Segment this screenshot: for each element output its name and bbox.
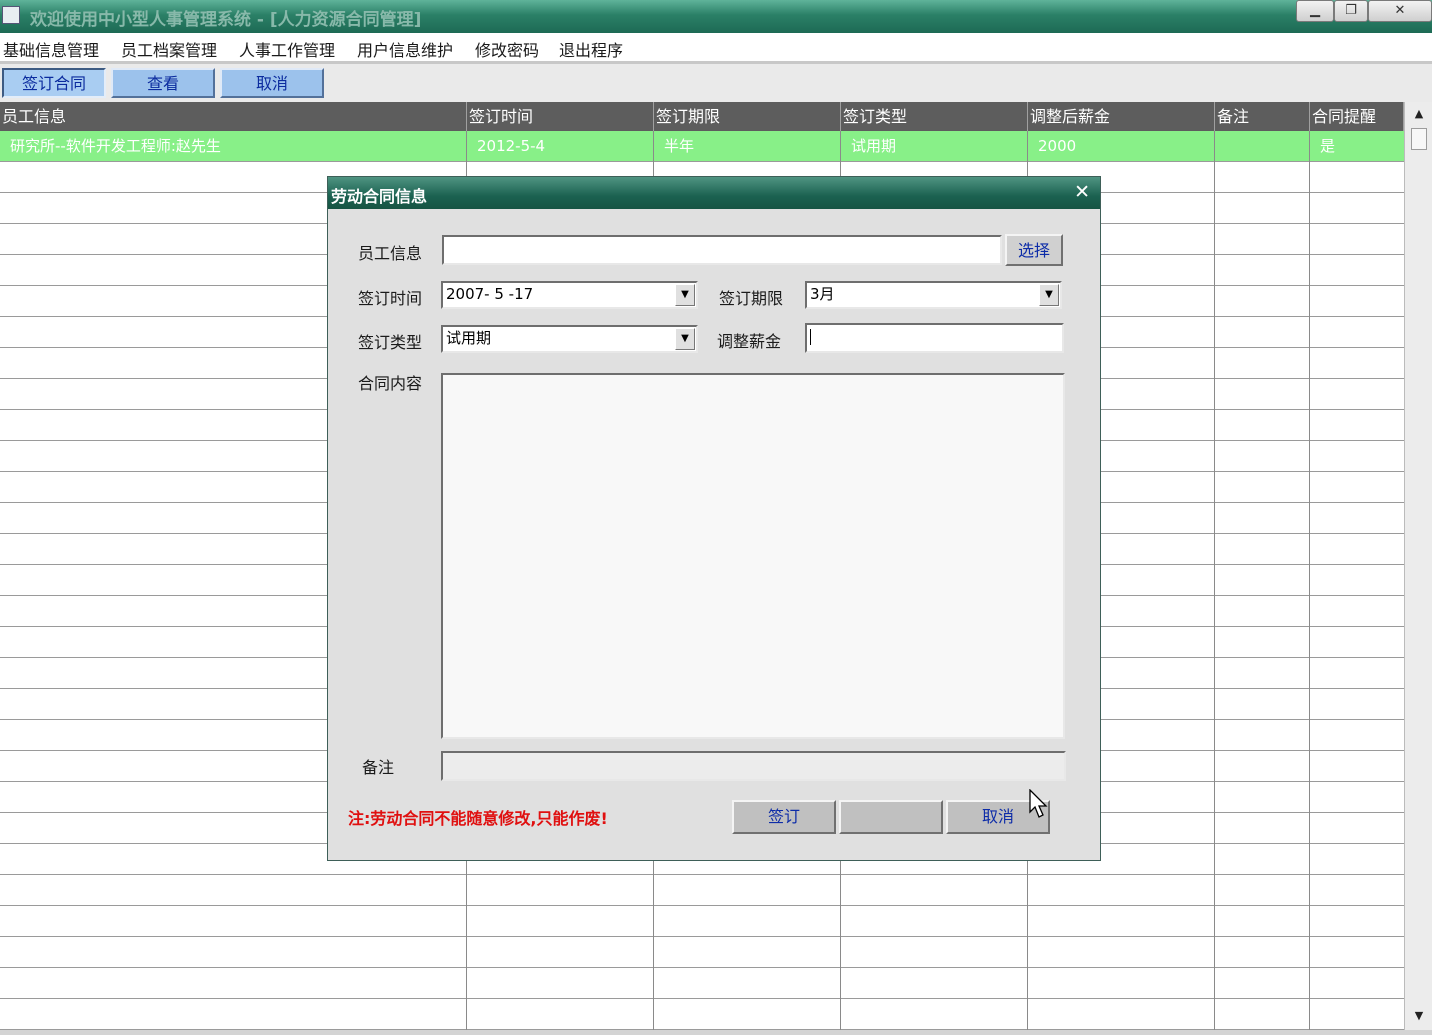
employee-info-label: 员工信息 (358, 244, 423, 263)
close-button[interactable]: ✕ (1368, 0, 1432, 22)
column-header-remark[interactable]: 备注 (1215, 102, 1310, 131)
warning-note: 注:劳动合同不能随意修改,只能作废! (348, 809, 608, 828)
dialog-title: 劳动合同信息 (331, 187, 428, 206)
sign-date-value: 2007- 5 -17 (446, 285, 534, 303)
chevron-down-icon[interactable]: ▼ (675, 328, 695, 350)
cell-employee[interactable]: 研究所--软件开发工程师:赵先生 (0, 131, 467, 161)
sign-date-picker[interactable]: 2007- 5 -17 ▼ (441, 281, 698, 309)
column-header-type[interactable]: 签订类型 (841, 102, 1028, 131)
menu-basic-info[interactable]: 基础信息管理 (3, 37, 99, 61)
contract-type-label: 签订类型 (358, 333, 423, 352)
select-button[interactable]: 选择 (1005, 234, 1063, 266)
menu-change-password[interactable]: 修改密码 (475, 37, 539, 61)
chevron-down-icon[interactable]: ▼ (675, 284, 695, 306)
cell-type[interactable]: 试用期 (841, 131, 1028, 161)
scroll-down-icon[interactable]: ▼ (1409, 1006, 1429, 1026)
column-header-employee[interactable]: 员工信息 (0, 102, 467, 131)
scroll-thumb[interactable] (1411, 128, 1427, 150)
bottom-edge (0, 1030, 1432, 1035)
view-button[interactable]: 查看 (111, 68, 215, 98)
scroll-up-icon[interactable]: ▲ (1409, 104, 1429, 124)
term-value: 3月 (810, 285, 835, 303)
cell-remark[interactable] (1215, 131, 1310, 161)
table-row[interactable] (0, 906, 1404, 937)
table-row[interactable]: 研究所--软件开发工程师:赵先生 2012-5-4 半年 试用期 2000 是 (0, 131, 1404, 162)
term-label: 签订期限 (719, 289, 784, 308)
cancel-button[interactable]: 取消 (220, 68, 324, 98)
minimize-icon: ▁ (1310, 3, 1320, 18)
salary-label: 调整薪金 (717, 332, 782, 351)
table-row[interactable] (0, 968, 1404, 999)
grid-divider (1309, 131, 1310, 1030)
title-bar: 欢迎使用中小型人事管理系统 - [人力资源合同管理] ▁ ❐ ✕ (0, 0, 1432, 33)
column-header-reminder[interactable]: 合同提醒 (1310, 102, 1404, 131)
minimize-button[interactable]: ▁ (1296, 0, 1334, 22)
contract-type-select[interactable]: 试用期 ▼ (441, 325, 698, 353)
close-icon[interactable]: ✕ (1074, 181, 1090, 203)
app-icon (2, 6, 20, 24)
menu-bar: 基础信息管理 员工档案管理 人事工作管理 用户信息维护 修改密码 退出程序 (0, 33, 1432, 64)
contract-content-textarea[interactable] (441, 373, 1065, 739)
salary-input[interactable] (805, 323, 1064, 353)
column-header-sign-date[interactable]: 签订时间 (467, 102, 654, 131)
text-cursor (810, 328, 811, 345)
contract-type-value: 试用期 (446, 329, 492, 347)
menu-employee-archive[interactable]: 员工档案管理 (121, 37, 217, 61)
chevron-down-icon[interactable]: ▼ (1039, 284, 1059, 306)
term-select[interactable]: 3月 ▼ (805, 281, 1062, 309)
employee-info-field[interactable] (442, 235, 1002, 265)
table-row[interactable] (0, 999, 1404, 1030)
restore-button[interactable]: ❐ (1334, 0, 1368, 22)
menu-user-info[interactable]: 用户信息维护 (357, 37, 453, 61)
vertical-scrollbar[interactable]: ▲ ▼ (1404, 102, 1432, 1030)
sign-date-label: 签订时间 (358, 289, 423, 308)
toolbar: 签订合同 查看 取消 (0, 64, 1432, 103)
column-header-term[interactable]: 签订期限 (654, 102, 841, 131)
column-header-salary[interactable]: 调整后薪金 (1028, 102, 1215, 131)
table-row[interactable] (0, 937, 1404, 968)
sign-button[interactable]: 签订 (732, 800, 836, 834)
cell-term[interactable]: 半年 (654, 131, 841, 161)
menu-personnel-work[interactable]: 人事工作管理 (239, 37, 335, 61)
remark-label: 备注 (362, 758, 395, 777)
cell-reminder[interactable]: 是 (1310, 131, 1404, 161)
dialog-title-bar: 劳动合同信息 ✕ (328, 177, 1100, 209)
cell-salary[interactable]: 2000 (1028, 131, 1215, 161)
restore-icon: ❐ (1345, 3, 1357, 18)
cell-sign-date[interactable]: 2012-5-4 (467, 131, 654, 161)
grid-divider (1214, 131, 1215, 1030)
remark-input[interactable] (441, 751, 1066, 781)
contract-dialog: 劳动合同信息 ✕ 员工信息 选择 签订时间 2007- 5 -17 ▼ 签订期限… (327, 176, 1101, 861)
disabled-button[interactable] (839, 800, 943, 834)
menu-exit[interactable]: 退出程序 (559, 37, 623, 61)
contract-content-label: 合同内容 (358, 374, 423, 393)
sign-contract-button[interactable]: 签订合同 (2, 68, 106, 98)
close-icon: ✕ (1394, 3, 1406, 18)
table-row[interactable] (0, 875, 1404, 906)
window-title: 欢迎使用中小型人事管理系统 - [人力资源合同管理] (30, 10, 422, 30)
